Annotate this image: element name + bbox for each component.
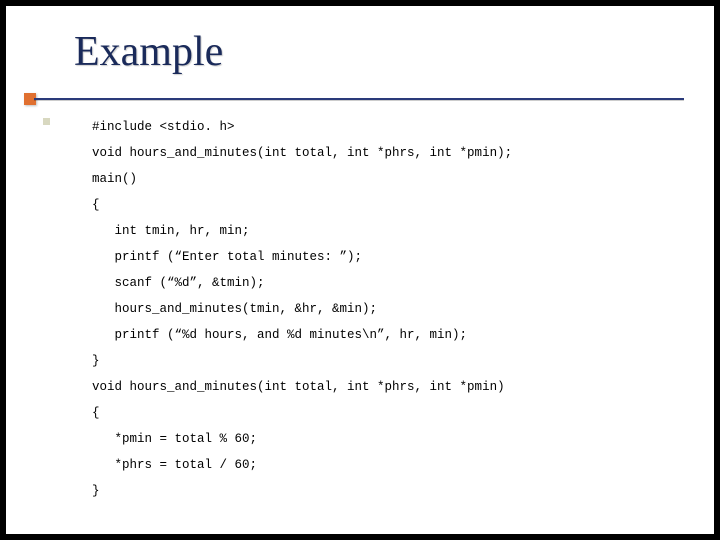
- page-title: Example: [74, 28, 714, 76]
- bullet-icon: [43, 118, 50, 125]
- title-area: Example: [6, 6, 714, 76]
- divider-line: [34, 98, 684, 100]
- slide: Example #include <stdio. h> void hours_a…: [6, 6, 714, 534]
- title-rule: [6, 92, 714, 104]
- code-listing: #include <stdio. h> void hours_and_minut…: [92, 114, 674, 504]
